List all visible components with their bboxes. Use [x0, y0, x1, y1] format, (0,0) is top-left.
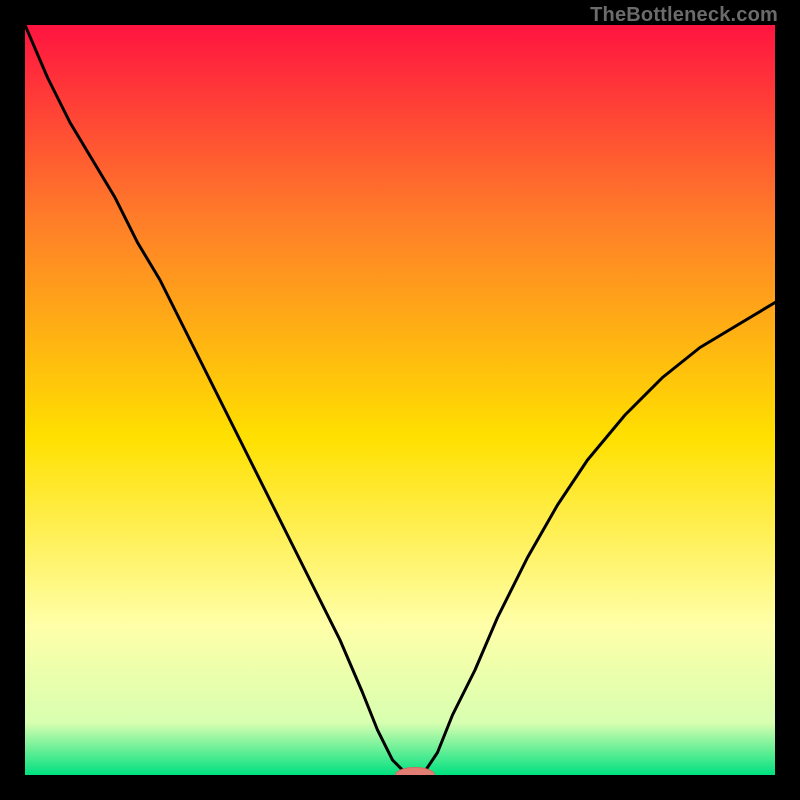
gradient-background	[25, 25, 775, 775]
chart-frame: TheBottleneck.com	[0, 0, 800, 800]
plot-area	[25, 25, 775, 775]
attribution-text: TheBottleneck.com	[590, 4, 778, 27]
chart-svg	[25, 25, 775, 775]
